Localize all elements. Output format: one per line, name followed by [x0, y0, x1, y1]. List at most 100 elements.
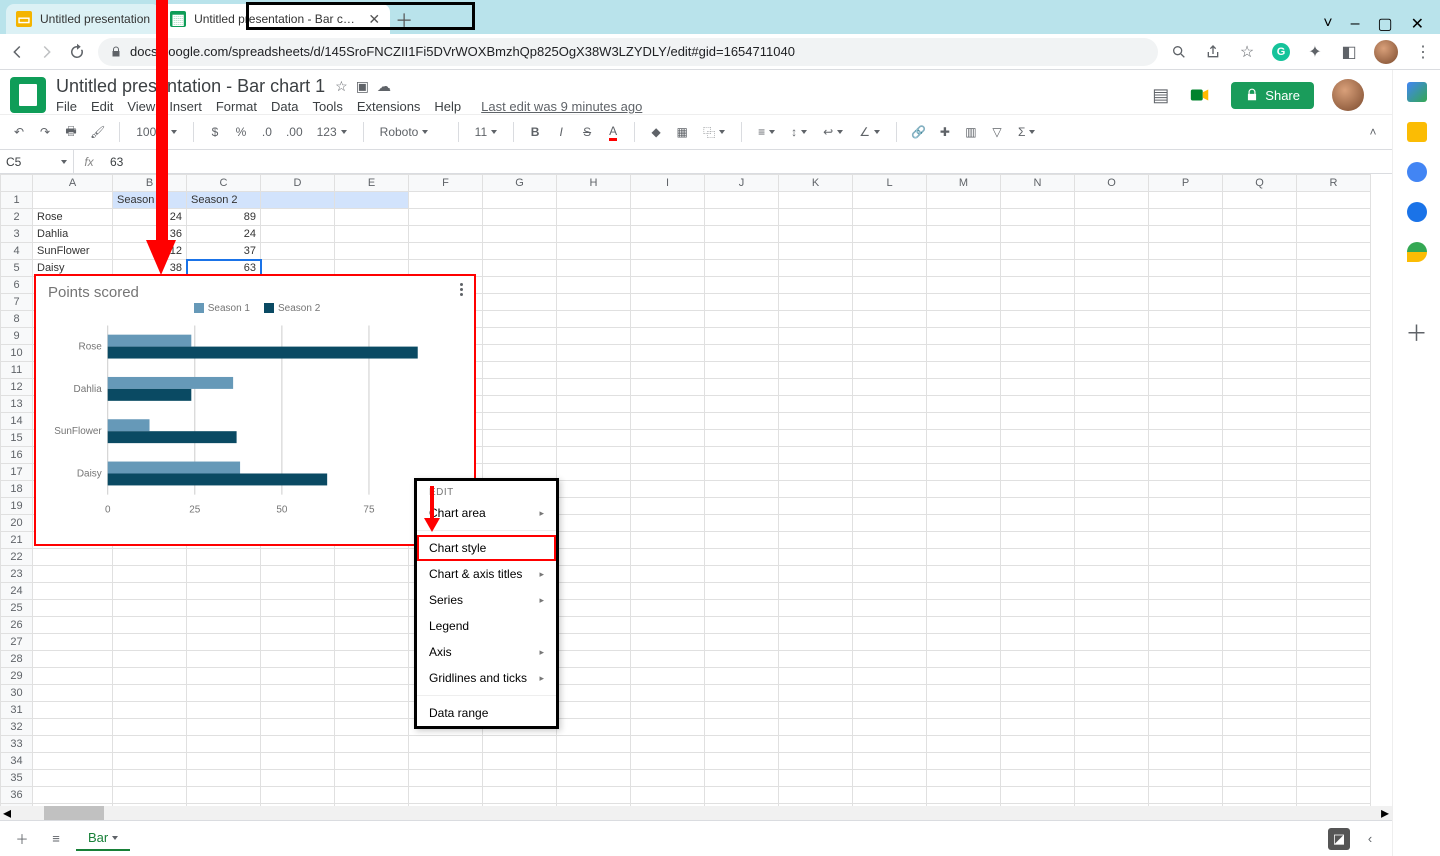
font-size-select[interactable]: 11	[471, 125, 501, 139]
v-align-button[interactable]: ↕	[787, 125, 811, 139]
menu-series[interactable]: Series▸	[417, 587, 556, 613]
collapse-toolbar-button[interactable]: ˄	[1364, 120, 1382, 144]
share-button[interactable]: Share	[1231, 82, 1314, 109]
formula-input[interactable]: 63	[104, 150, 1392, 173]
menu-data[interactable]: Data	[271, 99, 298, 114]
menu-gridlines[interactable]: Gridlines and ticks▸	[417, 665, 556, 691]
currency-button[interactable]: $	[206, 120, 224, 144]
address-bar[interactable]: docs.google.com/spreadsheets/d/145SroFNC…	[98, 38, 1158, 66]
cloud-status-icon[interactable]: ☁	[377, 78, 391, 95]
undo-button[interactable]: ↶	[10, 120, 28, 144]
functions-button[interactable]: Σ	[1014, 125, 1039, 139]
browser-tab-slides[interactable]: ▭ Untitled presentation	[6, 4, 160, 34]
embedded-chart[interactable]: Points scored Season 1 Season 2 0255075R…	[34, 274, 476, 546]
star-doc-icon[interactable]: ☆	[335, 78, 348, 95]
chart-title: Points scored	[48, 284, 466, 301]
menu-extensions[interactable]: Extensions	[357, 99, 421, 114]
all-sheets-button[interactable]: ≡	[42, 825, 70, 853]
borders-button[interactable]: ▦	[673, 120, 691, 144]
rotate-button[interactable]: ∠	[855, 125, 884, 139]
grammarly-icon[interactable]: G	[1272, 43, 1290, 61]
maps-icon[interactable]	[1407, 242, 1427, 262]
chart-legend: Season 1 Season 2	[48, 303, 466, 314]
window-controls: ˅ – ▢ ✕	[1323, 14, 1434, 34]
maximize-button[interactable]: ▢	[1377, 14, 1392, 34]
menu-data-range[interactable]: Data range	[417, 700, 556, 726]
percent-button[interactable]: %	[232, 120, 250, 144]
menu-chart-axis-titles[interactable]: Chart & axis titles▸	[417, 561, 556, 587]
browser-tab-sheets[interactable]: ▦ Untitled presentation - Bar chart ✕	[160, 4, 390, 34]
menu-tools[interactable]: Tools	[312, 99, 342, 114]
svg-text:Dahlia: Dahlia	[74, 384, 103, 395]
menu-legend[interactable]: Legend	[417, 613, 556, 639]
zoom-indicator-icon[interactable]	[1170, 43, 1188, 61]
chart-menu-button[interactable]	[452, 280, 470, 298]
menu-chart-area[interactable]: Chart area▸	[417, 500, 556, 526]
doc-title[interactable]: Untitled presentation - Bar chart 1	[56, 76, 325, 97]
account-avatar[interactable]	[1332, 79, 1364, 111]
browser-tab-strip: ▭ Untitled presentation ▦ Untitled prese…	[0, 0, 1440, 34]
h-align-button[interactable]: ≡	[754, 125, 779, 139]
forward-button[interactable]	[38, 43, 56, 61]
chevron-down-icon[interactable]: ˅	[1323, 15, 1332, 33]
reload-button[interactable]	[68, 43, 86, 61]
insert-chart-button[interactable]: ▥	[962, 120, 980, 144]
app-header: Untitled presentation - Bar chart 1 ☆ ▣ …	[0, 70, 1392, 114]
comments-icon[interactable]: ▤	[1152, 85, 1169, 106]
filter-button[interactable]: ▽	[988, 120, 1006, 144]
number-format-select[interactable]: 123	[313, 125, 351, 139]
bold-button[interactable]: B	[526, 120, 544, 144]
comment-button[interactable]: ✚	[936, 120, 954, 144]
wrap-button[interactable]: ↩	[819, 125, 847, 139]
tasks-icon[interactable]	[1407, 162, 1427, 182]
last-edit-link[interactable]: Last edit was 9 minutes ago	[481, 99, 642, 114]
extensions-icon[interactable]: ✦	[1306, 43, 1324, 61]
menu-file[interactable]: File	[56, 99, 77, 114]
italic-button[interactable]: I	[552, 120, 570, 144]
close-icon[interactable]: ✕	[368, 11, 380, 28]
name-box[interactable]: C5	[0, 150, 74, 173]
redo-button[interactable]: ↷	[36, 120, 54, 144]
keep-icon[interactable]	[1407, 122, 1427, 142]
new-tab-button[interactable]: ＋	[390, 6, 418, 34]
add-addon-icon[interactable]: ＋	[1407, 322, 1427, 342]
strike-button[interactable]: S	[578, 120, 596, 144]
dec-decimal-button[interactable]: .0	[258, 120, 276, 144]
menu-format[interactable]: Format	[216, 99, 257, 114]
side-panel-toggle[interactable]: ‹	[1356, 825, 1384, 853]
profile-avatar[interactable]	[1374, 40, 1398, 64]
spreadsheet-grid[interactable]: ABCDEFGHIJKLMNOPQR1Season 1Season 22Rose…	[0, 174, 1392, 820]
link-button[interactable]: 🔗	[909, 120, 928, 144]
menu-axis[interactable]: Axis▸	[417, 639, 556, 665]
menu-help[interactable]: Help	[434, 99, 461, 114]
calendar-icon[interactable]	[1407, 82, 1427, 102]
back-button[interactable]	[8, 43, 26, 61]
meet-icon[interactable]	[1187, 82, 1213, 108]
menu-edit[interactable]: Edit	[91, 99, 113, 114]
star-icon[interactable]: ☆	[1238, 43, 1256, 61]
formatting-toolbar: ↶ ↷ 🖶 🖌 100% $ % .0 .00 123 Roboto 11 B …	[0, 114, 1392, 150]
close-window-button[interactable]: ✕	[1411, 14, 1424, 34]
sheet-tabs-bar: ＋ ≡ Bar ◪ ‹	[0, 820, 1392, 856]
inc-decimal-button[interactable]: .00	[284, 120, 305, 144]
merge-button[interactable]: ⿻	[699, 124, 729, 141]
share-url-icon[interactable]	[1204, 43, 1222, 61]
explore-button[interactable]: ◪	[1328, 828, 1350, 850]
move-doc-icon[interactable]: ▣	[356, 78, 369, 95]
paint-format-button[interactable]: 🖌	[88, 120, 107, 144]
menu-chart-style[interactable]: Chart style	[417, 535, 556, 561]
add-sheet-button[interactable]: ＋	[8, 825, 36, 853]
lock-icon	[110, 46, 122, 58]
tab-title: Untitled presentation	[40, 12, 150, 26]
sheet-tab-bar[interactable]: Bar	[76, 826, 130, 851]
fill-color-button[interactable]: ◆	[647, 120, 665, 144]
print-button[interactable]: 🖶	[62, 120, 80, 144]
side-panel-icon[interactable]: ◧	[1340, 43, 1358, 61]
minimize-button[interactable]: –	[1351, 15, 1360, 33]
text-color-button[interactable]: A	[604, 120, 622, 144]
font-select[interactable]: Roboto	[376, 125, 446, 139]
horizontal-scrollbar[interactable]: ◂ ▸	[0, 806, 1392, 820]
contacts-icon[interactable]	[1407, 202, 1427, 222]
sheets-logo-icon[interactable]	[10, 77, 46, 113]
kebab-menu-icon[interactable]: ⋮	[1414, 43, 1432, 61]
